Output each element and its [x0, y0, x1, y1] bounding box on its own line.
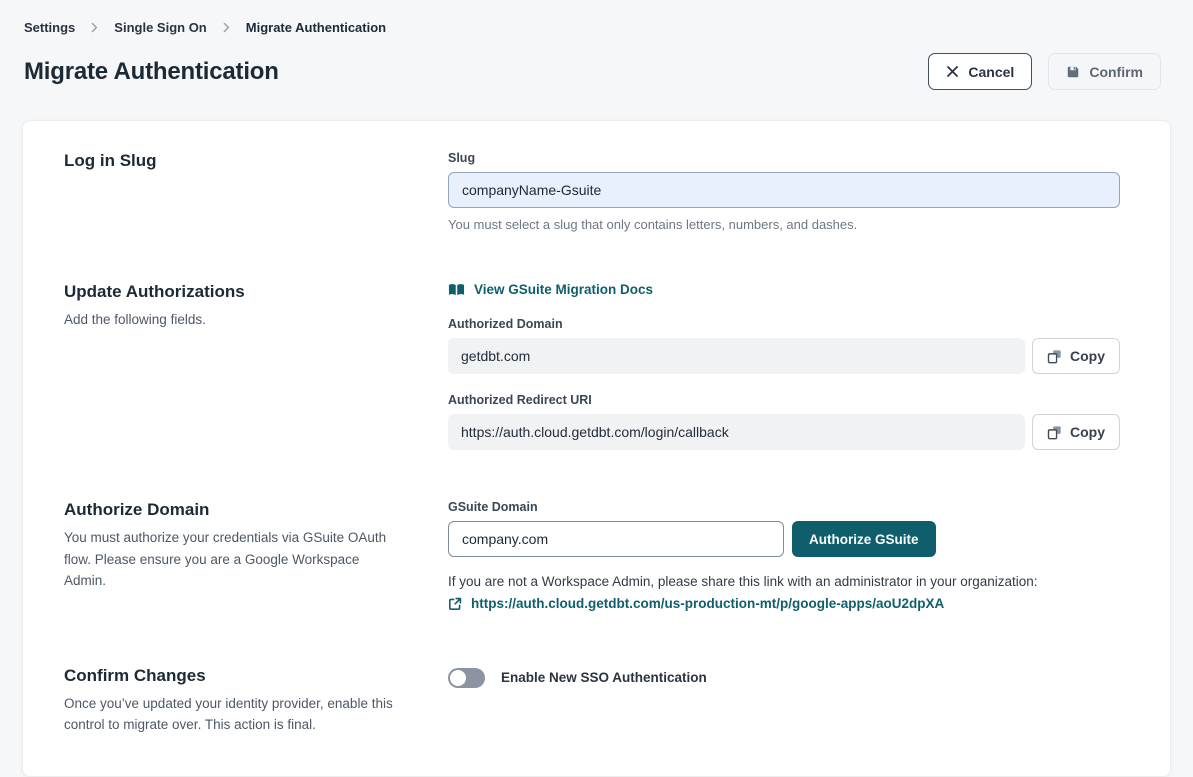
section-heading-login-slug: Log in Slug	[64, 151, 400, 171]
section-login-slug: Log in Slug Slug You must select a slug …	[64, 151, 1120, 232]
admin-share-link-url: https://auth.cloud.getdbt.com/us-product…	[471, 596, 944, 611]
copy-button-label: Copy	[1070, 348, 1105, 364]
chevron-right-icon	[221, 22, 232, 33]
enable-sso-toggle[interactable]	[448, 668, 485, 688]
section-confirm-changes: Confirm Changes Once you’ve updated your…	[64, 666, 1120, 736]
authorized-redirect-uri-value: https://auth.cloud.getdbt.com/login/call…	[448, 414, 1025, 450]
slug-helper-text: You must select a slug that only contain…	[448, 217, 1120, 232]
toggle-knob	[450, 670, 466, 686]
copy-authorized-domain-button[interactable]: Copy	[1032, 338, 1120, 374]
gsuite-migration-docs-link[interactable]: View GSuite Migration Docs	[448, 282, 653, 297]
authorized-redirect-uri-label: Authorized Redirect URI	[448, 393, 1120, 407]
close-icon	[946, 65, 959, 78]
copy-button-label: Copy	[1070, 424, 1105, 440]
slug-input[interactable]	[448, 172, 1120, 208]
copy-icon	[1047, 425, 1062, 440]
copy-icon	[1047, 349, 1062, 364]
external-link-icon	[448, 597, 462, 611]
page-title: Migrate Authentication	[24, 58, 279, 86]
save-icon	[1066, 65, 1080, 79]
breadcrumb-settings[interactable]: Settings	[24, 20, 75, 35]
chevron-right-icon	[89, 22, 100, 33]
authorized-domain-value: getdbt.com	[448, 338, 1025, 374]
breadcrumb: Settings Single Sign On Migrate Authenti…	[24, 20, 1161, 35]
confirm-button[interactable]: Confirm	[1048, 53, 1161, 90]
migrate-authentication-card: Log in Slug Slug You must select a slug …	[22, 120, 1171, 777]
admin-share-link[interactable]: https://auth.cloud.getdbt.com/us-product…	[448, 596, 944, 611]
authorized-domain-label: Authorized Domain	[448, 317, 1120, 331]
gsuite-domain-label: GSuite Domain	[448, 500, 1120, 514]
authorize-gsuite-button[interactable]: Authorize GSuite	[792, 521, 936, 557]
slug-label: Slug	[448, 151, 1120, 165]
section-update-authorizations: Update Authorizations Add the following …	[64, 282, 1120, 450]
section-heading-authorize-domain: Authorize Domain	[64, 500, 400, 520]
book-icon	[448, 283, 465, 297]
confirm-button-label: Confirm	[1089, 64, 1143, 80]
breadcrumb-migrate-authentication: Migrate Authentication	[246, 20, 386, 35]
enable-sso-toggle-label: Enable New SSO Authentication	[501, 670, 707, 685]
section-desc-update-authorizations: Add the following fields.	[64, 309, 400, 331]
workspace-admin-note: If you are not a Workspace Admin, please…	[448, 574, 1120, 589]
cancel-button-label: Cancel	[968, 64, 1014, 80]
section-authorize-domain: Authorize Domain You must authorize your…	[64, 500, 1120, 616]
gsuite-migration-docs-link-label: View GSuite Migration Docs	[474, 282, 653, 297]
section-heading-update-authorizations: Update Authorizations	[64, 282, 400, 302]
breadcrumb-single-sign-on[interactable]: Single Sign On	[114, 20, 206, 35]
gsuite-domain-input[interactable]	[448, 521, 784, 557]
copy-redirect-uri-button[interactable]: Copy	[1032, 414, 1120, 450]
cancel-button[interactable]: Cancel	[928, 53, 1032, 90]
page-header: Settings Single Sign On Migrate Authenti…	[0, 0, 1193, 90]
section-heading-confirm-changes: Confirm Changes	[64, 666, 400, 686]
header-actions: Cancel Confirm	[928, 53, 1161, 90]
section-desc-confirm-changes: Once you’ve updated your identity provid…	[64, 693, 400, 736]
section-desc-authorize-domain: You must authorize your credentials via …	[64, 527, 400, 592]
